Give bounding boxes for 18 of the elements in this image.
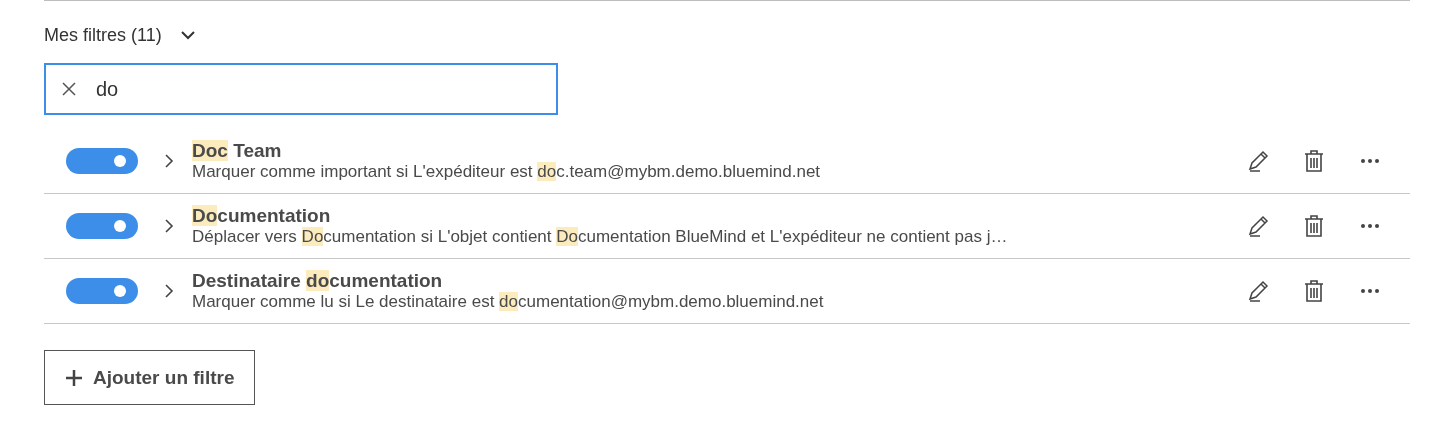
chevron-down-icon[interactable] — [179, 30, 196, 40]
filter-description: Marquer comme important si L'expéditeur est doc.team@mybm.demo.bluemind.net — [192, 162, 822, 182]
chevron-right-icon[interactable] — [164, 153, 174, 169]
section-title: Mes filtres (11) — [44, 24, 162, 46]
filter-description: Déplacer vers Documentation si L'objet contient Documentation BlueMind et L'expéditeur ne contient pas j… — [192, 227, 1009, 247]
filter-name: Destinataire documentation — [192, 270, 444, 292]
toggle-switch[interactable] — [66, 278, 138, 304]
plus-icon — [65, 368, 83, 387]
search-field[interactable]: do — [44, 63, 558, 115]
filter-name: Doc Team — [192, 140, 283, 162]
toggle-switch[interactable] — [66, 148, 138, 174]
filter-description: Marquer comme lu si Le destinataire est documentation@mybm.demo.bluemind.net — [192, 292, 825, 312]
chevron-right-icon[interactable] — [164, 283, 174, 299]
chevron-right-icon[interactable] — [164, 218, 174, 234]
close-icon[interactable] — [62, 82, 76, 96]
filter-name: Documentation — [192, 205, 332, 227]
add-filter-button[interactable]: Ajouter un filtre — [44, 350, 256, 405]
toggle-switch[interactable] — [66, 213, 138, 239]
